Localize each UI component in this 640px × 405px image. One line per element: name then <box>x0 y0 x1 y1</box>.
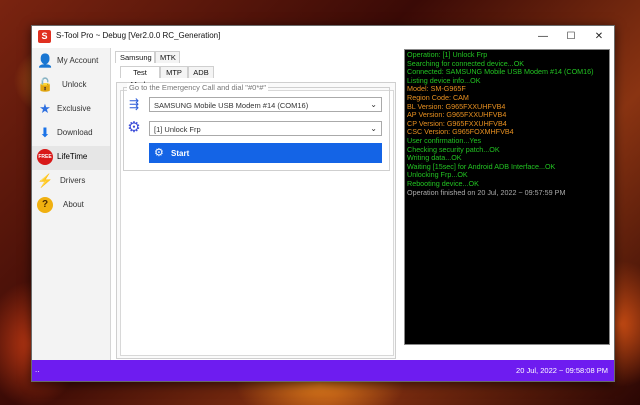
user-icon: 👤 <box>37 53 54 68</box>
title-bar: S S-Tool Pro ~ Debug [Ver2.0.0 RC_Genera… <box>32 26 614 48</box>
minimize-button[interactable]: — <box>529 26 557 48</box>
window-title: S-Tool Pro ~ Debug [Ver2.0.0 RC_Generati… <box>56 31 221 40</box>
sidebar-item-label: Download <box>57 128 93 137</box>
gear-icon: ⚙ <box>154 147 164 159</box>
log-segment: OK <box>544 161 556 171</box>
settings-gear-icon: ⚙ <box>127 119 141 136</box>
sidebar-item-about[interactable]: ? About <box>32 194 110 218</box>
tab-mtk[interactable]: MTK <box>155 51 180 63</box>
status-text: .. <box>35 365 40 374</box>
download-icon: ⬇ <box>39 125 51 140</box>
star-icon: ★ <box>39 101 51 116</box>
device-select-value: SAMSUNG Mobile USB Modem #14 (COM16) <box>154 101 309 110</box>
cables-icon: ⚡ <box>37 173 54 188</box>
log-segment: Operation finished on 20 Jul, 2022 ~ 09:… <box>407 187 566 197</box>
status-bar: .. 20 Jul, 2022 ~ 09:58:08 PM <box>32 360 614 381</box>
help-icon: ? <box>37 197 53 213</box>
sidebar-item-exclusive[interactable]: ★ Exclusive <box>32 98 110 122</box>
log-segment: OK <box>489 144 500 154</box>
sidebar-item-unlock[interactable]: 🔓 Unlock <box>32 74 110 98</box>
sidebar-item-my-account[interactable]: 👤 My Account <box>32 50 110 74</box>
app-window: S S-Tool Pro ~ Debug [Ver2.0.0 RC_Genera… <box>31 25 615 382</box>
sidebar-item-label: My Account <box>57 56 99 65</box>
operation-select[interactable]: [1] Unlock Frp ⌄ <box>149 121 382 136</box>
tab-samsung[interactable]: Samsung <box>115 51 155 63</box>
device-select[interactable]: SAMSUNG Mobile USB Modem #14 (COM16) ⌄ <box>149 97 382 112</box>
start-button[interactable]: ⚙ Start <box>149 143 382 163</box>
sidebar-item-drivers[interactable]: ⚡ Drivers <box>32 170 110 194</box>
tab-mtp[interactable]: MTP <box>160 66 188 78</box>
status-datetime: 20 Jul, 2022 ~ 09:58:08 PM <box>516 366 608 375</box>
chevron-down-icon: ⌄ <box>370 124 377 133</box>
usb-icon: ⇶ <box>128 97 140 111</box>
sidebar-item-download[interactable]: ⬇ Download <box>32 122 110 146</box>
operation-select-value: [1] Unlock Frp <box>154 125 201 134</box>
free-badge-icon: FREE <box>37 149 53 165</box>
log-console[interactable]: Operation: [1] Unlock Frp Searching for c… <box>404 49 610 345</box>
instruction-label: Go to the Emergency Call and dial "#0*#" <box>127 83 269 92</box>
app-logo-icon: S <box>38 30 51 43</box>
log-segment: OK <box>470 75 481 85</box>
chevron-down-icon: ⌄ <box>370 100 377 109</box>
close-button[interactable]: ✕ <box>585 26 613 48</box>
start-button-label: Start <box>171 149 190 158</box>
sidebar-item-label: About <box>63 200 84 209</box>
sidebar-item-label: Drivers <box>60 176 86 185</box>
sidebar-item-label: Unlock <box>62 80 87 89</box>
sidebar-item-label: LifeTime <box>57 152 88 161</box>
sidebar-item-label: Exclusive <box>57 104 91 113</box>
tab-test-mode[interactable]: Test Mode <box>120 66 160 89</box>
unlock-user-icon: 🔓 <box>37 77 54 92</box>
maximize-button[interactable]: ☐ <box>557 26 585 48</box>
log-line: Operation finished on 20 Jul, 2022 ~ 09:… <box>407 187 566 198</box>
sidebar-item-lifetime[interactable]: FREE LifeTime <box>32 146 110 170</box>
tab-adb[interactable]: ADB <box>188 66 214 78</box>
sidebar: 👤 My Account 🔓 Unlock ★ Exclusive ⬇ Down… <box>32 48 111 360</box>
